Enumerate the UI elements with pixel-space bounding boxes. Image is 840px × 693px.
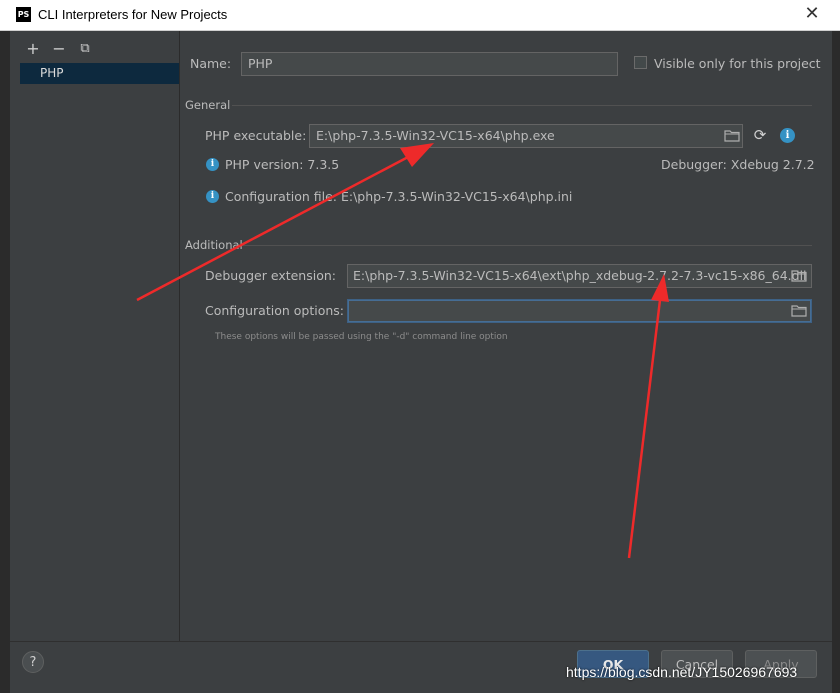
debugger-extension-input[interactable]: E:\php-7.3.5-Win32-VC15-x64\ext\php_xdeb… — [347, 264, 812, 288]
info-icon: i — [206, 190, 219, 203]
phpstorm-logo-icon: PS — [16, 7, 31, 22]
interpreter-list-item[interactable]: PHP — [20, 63, 179, 84]
copy-interpreter-button[interactable]: ⧉ — [76, 40, 94, 58]
general-section-title: General — [185, 98, 231, 112]
configuration-file-text: Configuration file: E:\php-7.3.5-Win32-V… — [225, 189, 573, 204]
configuration-options-input[interactable] — [347, 299, 812, 323]
additional-section-title: Additional — [185, 238, 243, 252]
name-input[interactable]: PHP — [241, 52, 618, 76]
visible-only-label[interactable]: Visible only for this project — [654, 56, 821, 71]
folder-icon[interactable] — [724, 130, 740, 142]
add-interpreter-button[interactable]: + — [24, 40, 42, 58]
debugger-version-text: Debugger: Xdebug 2.7.2 — [661, 157, 815, 172]
configuration-options-label: Configuration options: — [205, 303, 344, 318]
configuration-options-hint: These options will be passed using the "… — [215, 332, 508, 342]
help-button[interactable]: ? — [22, 651, 44, 673]
title-bar: PS CLI Interpreters for New Projects ✕ — [0, 0, 840, 31]
interpreter-list-panel — [10, 31, 180, 641]
folder-icon[interactable] — [791, 305, 807, 317]
remove-interpreter-button[interactable]: − — [50, 40, 68, 58]
php-executable-label: PHP executable: — [205, 128, 307, 143]
background-ide-right — [832, 31, 840, 693]
info-icon: i — [206, 158, 219, 171]
info-icon[interactable]: i — [780, 128, 795, 143]
additional-separator — [242, 245, 812, 246]
debugger-extension-label: Debugger extension: — [205, 268, 336, 283]
name-label: Name: — [190, 56, 232, 71]
close-button[interactable]: ✕ — [802, 4, 822, 24]
watermark-text: https://blog.csdn.net/JY15026967693 — [566, 664, 798, 680]
window-title: CLI Interpreters for New Projects — [38, 7, 228, 22]
php-version-text: PHP version: 7.3.5 — [225, 157, 340, 172]
php-executable-input[interactable]: E:\php-7.3.5-Win32-VC15-x64\php.exe — [309, 124, 743, 148]
refresh-icon[interactable]: ⟳ — [752, 127, 768, 143]
bottom-separator — [10, 641, 832, 642]
visible-only-checkbox[interactable] — [634, 56, 647, 69]
background-ide-left — [0, 31, 10, 693]
general-separator — [232, 105, 812, 106]
folder-icon[interactable] — [791, 270, 807, 282]
